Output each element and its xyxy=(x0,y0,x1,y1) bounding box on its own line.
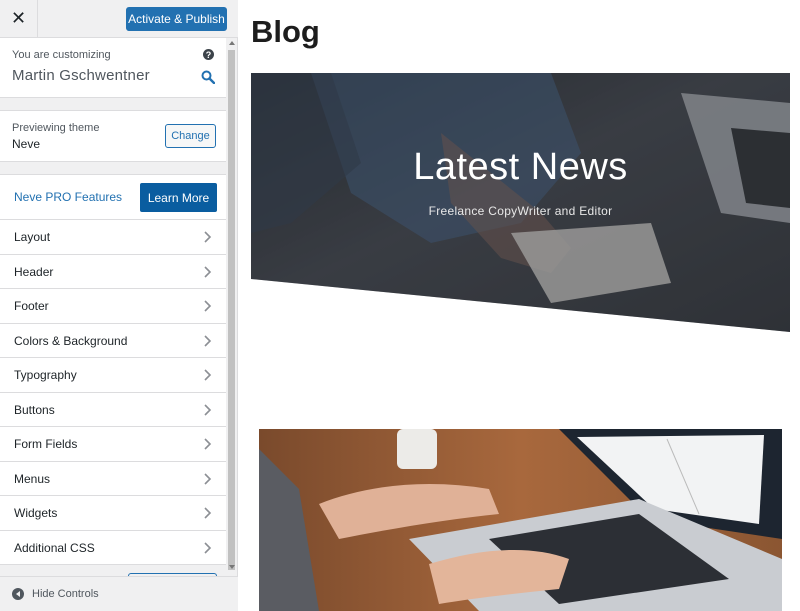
collapse-icon xyxy=(12,588,24,600)
section-label: Typography xyxy=(14,368,77,382)
customizing-info: You are customizing Martin Gschwentner ? xyxy=(0,38,226,98)
section-label: Colors & Background xyxy=(14,333,128,348)
section-list: Neve PRO Features Learn More Layout Head… xyxy=(0,174,226,565)
help-icon[interactable]: ? xyxy=(203,49,214,60)
section-typography[interactable]: Typography xyxy=(0,358,226,393)
customizer-panel: You are customizing Martin Gschwentner ?… xyxy=(0,38,226,575)
customizer-sidebar: ✕ Activate & Publish You are customizing… xyxy=(0,0,238,611)
scrollbar-thumb[interactable] xyxy=(228,50,235,570)
previewing-theme-label: Previewing theme xyxy=(12,122,100,134)
section-colors-background[interactable]: Colors & Background xyxy=(0,323,226,358)
chevron-right-icon xyxy=(204,231,212,243)
chevron-right-icon xyxy=(204,438,212,450)
chevron-right-icon xyxy=(204,541,212,554)
customizer-header: ✕ Activate & Publish xyxy=(0,0,238,38)
scroll-down-arrow[interactable] xyxy=(229,565,235,569)
chevron-right-icon xyxy=(204,334,212,347)
hero-banner: Latest News Freelance CopyWriter and Edi… xyxy=(251,73,790,332)
chevron-right-icon xyxy=(204,300,212,312)
chevron-right-icon xyxy=(204,265,212,278)
chevron-right-icon xyxy=(204,472,212,485)
section-label: Menus xyxy=(14,471,51,486)
customizing-label: You are customizing xyxy=(12,49,111,61)
hero-subtitle: Freelance CopyWriter and Editor xyxy=(428,204,613,218)
section-label: Form Fields xyxy=(14,437,78,451)
scroll-up-arrow[interactable] xyxy=(229,41,235,45)
section-footer[interactable]: Footer xyxy=(0,289,226,324)
section-label: Header xyxy=(14,264,54,279)
pro-features-label[interactable]: Neve PRO Features xyxy=(14,190,122,204)
section-label: Additional CSS xyxy=(14,540,95,555)
section-header[interactable]: Header xyxy=(0,254,226,289)
hero-title: Latest News xyxy=(413,146,628,188)
section-menus[interactable]: Menus xyxy=(0,461,226,496)
pro-features-row: Neve PRO Features Learn More xyxy=(0,175,226,220)
site-preview: Blog Latest News Freelance CopyWriter an… xyxy=(238,0,800,611)
site-title: Martin Gschwentner xyxy=(12,67,150,84)
activate-publish-button[interactable]: Activate & Publish xyxy=(126,7,227,31)
section-buttons[interactable]: Buttons xyxy=(0,392,226,427)
section-label: Widgets xyxy=(14,506,58,520)
change-theme-button[interactable]: Change xyxy=(165,124,216,148)
search-icon[interactable] xyxy=(201,70,215,84)
hide-controls-label: Hide Controls xyxy=(32,588,99,600)
section-layout[interactable]: Layout xyxy=(0,220,226,255)
section-additional-css[interactable]: Additional CSS xyxy=(0,530,226,565)
section-label: Footer xyxy=(14,299,49,313)
theme-name: Neve xyxy=(12,137,41,151)
page-title: Blog xyxy=(251,14,320,49)
chevron-right-icon xyxy=(204,403,212,416)
hide-controls-button[interactable]: Hide Controls xyxy=(0,576,238,611)
section-widgets[interactable]: Widgets xyxy=(0,496,226,531)
section-label: Buttons xyxy=(14,402,55,417)
hero-background-image xyxy=(251,73,790,332)
section-form-fields[interactable]: Form Fields xyxy=(0,427,226,462)
sidebar-scrollbar[interactable] xyxy=(226,38,237,575)
section-label: Layout xyxy=(14,230,51,244)
chevron-right-icon xyxy=(204,507,212,519)
theme-info: Previewing theme Neve Change xyxy=(0,110,226,162)
close-icon[interactable]: ✕ xyxy=(0,0,38,37)
post-featured-image[interactable] xyxy=(259,429,782,611)
learn-more-button[interactable]: Learn More xyxy=(140,183,217,212)
chevron-right-icon xyxy=(204,369,212,381)
